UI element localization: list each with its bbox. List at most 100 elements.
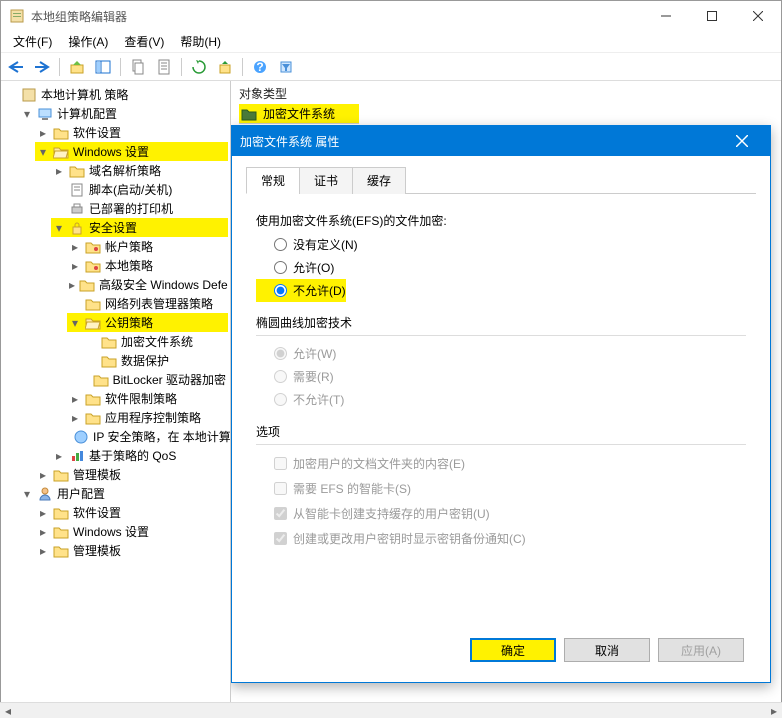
expand-icon[interactable]: ▸	[37, 126, 49, 140]
maximize-button[interactable]	[689, 1, 735, 31]
tree-bitlocker[interactable]: BitLocker 驱动器加密	[83, 370, 228, 389]
tree-label: Windows 设置	[73, 143, 149, 160]
tab-cache[interactable]: 缓存	[352, 167, 406, 194]
folder-icon	[93, 372, 109, 388]
cancel-button[interactable]: 取消	[564, 638, 650, 662]
expand-icon[interactable]: ▸	[37, 506, 49, 520]
tree-pane[interactable]: 本地计算机 策略 ▾ 计算机配置 ▸ 软件设置 ▾ Windows 设置 ▸域名解析策…	[1, 81, 231, 717]
radio-not-defined[interactable]: 没有定义(N)	[256, 233, 746, 256]
expand-icon[interactable]: ▸	[53, 449, 65, 463]
object-type-header: 对象类型	[231, 81, 781, 104]
expand-icon[interactable]: ▸	[69, 259, 81, 273]
tree-dns-policy[interactable]: ▸域名解析策略	[51, 161, 228, 180]
radio-input[interactable]	[274, 238, 287, 251]
properties-button[interactable]	[153, 56, 175, 78]
tree-efs[interactable]: 加密文件系统	[83, 332, 228, 351]
tree-windows-settings-user[interactable]: ▸Windows 设置	[35, 522, 228, 541]
tree-software-settings-user[interactable]: ▸软件设置	[35, 503, 228, 522]
close-button[interactable]	[735, 1, 781, 31]
tree-advanced-windows-defender[interactable]: ▸ 高级安全 Windows Defe	[67, 275, 228, 294]
tab-certificate[interactable]: 证书	[299, 167, 353, 194]
tree-label: 高级安全 Windows Defe	[99, 276, 228, 293]
copy-button[interactable]	[127, 56, 149, 78]
tree-label: 管理模板	[73, 466, 121, 483]
tree-data-protection[interactable]: 数据保护	[83, 351, 228, 370]
expand-icon[interactable]: ▸	[37, 525, 49, 539]
filter-button[interactable]	[275, 56, 297, 78]
checkbox-label: 创建或更改用户密钥时显示密钥备份通知(C)	[293, 530, 526, 547]
tree-windows-settings[interactable]: ▾ Windows 设置	[35, 142, 228, 161]
radio-deny[interactable]: 不允许(D)	[256, 279, 346, 302]
radio-input	[274, 347, 287, 360]
tree-computer-config[interactable]: ▾ 计算机配置	[19, 104, 228, 123]
dialog-title-bar[interactable]: 加密文件系统 属性	[232, 126, 770, 156]
expand-icon[interactable]: ▸	[37, 468, 49, 482]
radio-allow[interactable]: 允许(O)	[256, 256, 746, 279]
minimize-button[interactable]	[643, 1, 689, 31]
menu-view[interactable]: 查看(V)	[116, 31, 172, 52]
menu-action[interactable]: 操作(A)	[60, 31, 116, 52]
radio-label: 不允许(T)	[293, 391, 344, 408]
ok-button[interactable]: 确定	[470, 638, 556, 662]
tree-label: 网络列表管理器策略	[105, 295, 213, 312]
tree-root[interactable]: 本地计算机 策略	[3, 85, 228, 104]
security-icon	[69, 220, 85, 236]
radio-input[interactable]	[274, 284, 287, 297]
up-button[interactable]	[66, 56, 88, 78]
app-icon	[9, 8, 25, 24]
tree-software-settings[interactable]: ▸ 软件设置	[35, 123, 228, 142]
tree-admin-templates-user[interactable]: ▸ 管理模板	[35, 541, 228, 560]
tree-security-settings[interactable]: ▾安全设置	[51, 218, 228, 237]
printer-icon	[69, 201, 85, 217]
tab-general[interactable]: 常规	[246, 167, 300, 194]
tree-label: 加密文件系统	[121, 333, 193, 350]
expand-icon[interactable]: ▸	[69, 240, 81, 254]
scroll-left-icon[interactable]: ◂	[1, 703, 16, 718]
dialog-close-button[interactable]	[722, 126, 762, 156]
tree-qos[interactable]: ▸ 基于策略的 QoS	[51, 446, 228, 465]
collapse-icon[interactable]: ▾	[53, 221, 65, 235]
refresh-button[interactable]	[188, 56, 210, 78]
tree-network-list-manager[interactable]: 网络列表管理器策略	[67, 294, 228, 313]
show-hide-tree-button[interactable]	[92, 56, 114, 78]
tree-label: 基于策略的 QoS	[89, 447, 176, 464]
object-row-efs[interactable]: 加密文件系统	[239, 104, 359, 124]
export-button[interactable]	[214, 56, 236, 78]
tree-public-key-policy[interactable]: ▾公钥策略	[67, 313, 228, 332]
tree-account-policy[interactable]: ▸帐户策略	[67, 237, 228, 256]
tree-ip-security[interactable]: IP 安全策略，在 本地计算	[67, 427, 228, 446]
ipsec-icon	[73, 429, 89, 445]
tree-label: 计算机配置	[57, 105, 117, 122]
forward-button[interactable]	[31, 56, 53, 78]
collapse-icon[interactable]: ▾	[21, 487, 33, 501]
tree-local-policy[interactable]: ▸本地策略	[67, 256, 228, 275]
user-icon	[37, 486, 53, 502]
expand-icon[interactable]: ▸	[37, 544, 49, 558]
tree-label: 管理模板	[73, 542, 121, 559]
tree-label: 应用程序控制策略	[105, 409, 201, 426]
expand-icon[interactable]: ▸	[69, 278, 75, 292]
expand-icon[interactable]: ▸	[69, 411, 81, 425]
checkbox-create-cached-key: 从智能卡创建支持缓存的用户密钥(U)	[256, 501, 746, 526]
tree-user-config[interactable]: ▾用户配置	[19, 484, 228, 503]
menu-file[interactable]: 文件(F)	[5, 31, 60, 52]
radio-input[interactable]	[274, 261, 287, 274]
back-button[interactable]	[5, 56, 27, 78]
tree-software-restriction[interactable]: ▸软件限制策略	[67, 389, 228, 408]
radio-ecc-deny: 不允许(T)	[256, 388, 746, 411]
collapse-icon[interactable]: ▾	[37, 145, 49, 159]
expand-icon[interactable]: ▸	[53, 164, 65, 178]
radio-label: 允许(W)	[293, 345, 336, 362]
menu-help[interactable]: 帮助(H)	[172, 31, 229, 52]
help-button[interactable]: ?	[249, 56, 271, 78]
checkbox-input	[274, 482, 287, 495]
collapse-icon[interactable]: ▾	[21, 107, 33, 121]
tree-deployed-printers[interactable]: 已部署的打印机	[51, 199, 228, 218]
expand-icon[interactable]: ▸	[69, 392, 81, 406]
tree-scripts[interactable]: 脚本(启动/关机)	[51, 180, 228, 199]
tree-admin-templates[interactable]: ▸ 管理模板	[35, 465, 228, 484]
horizontal-scrollbar[interactable]: ◂ ▸	[1, 702, 231, 717]
tree-label: 软件设置	[73, 124, 121, 141]
collapse-icon[interactable]: ▾	[69, 316, 81, 330]
tree-app-control[interactable]: ▸ 应用程序控制策略	[67, 408, 228, 427]
